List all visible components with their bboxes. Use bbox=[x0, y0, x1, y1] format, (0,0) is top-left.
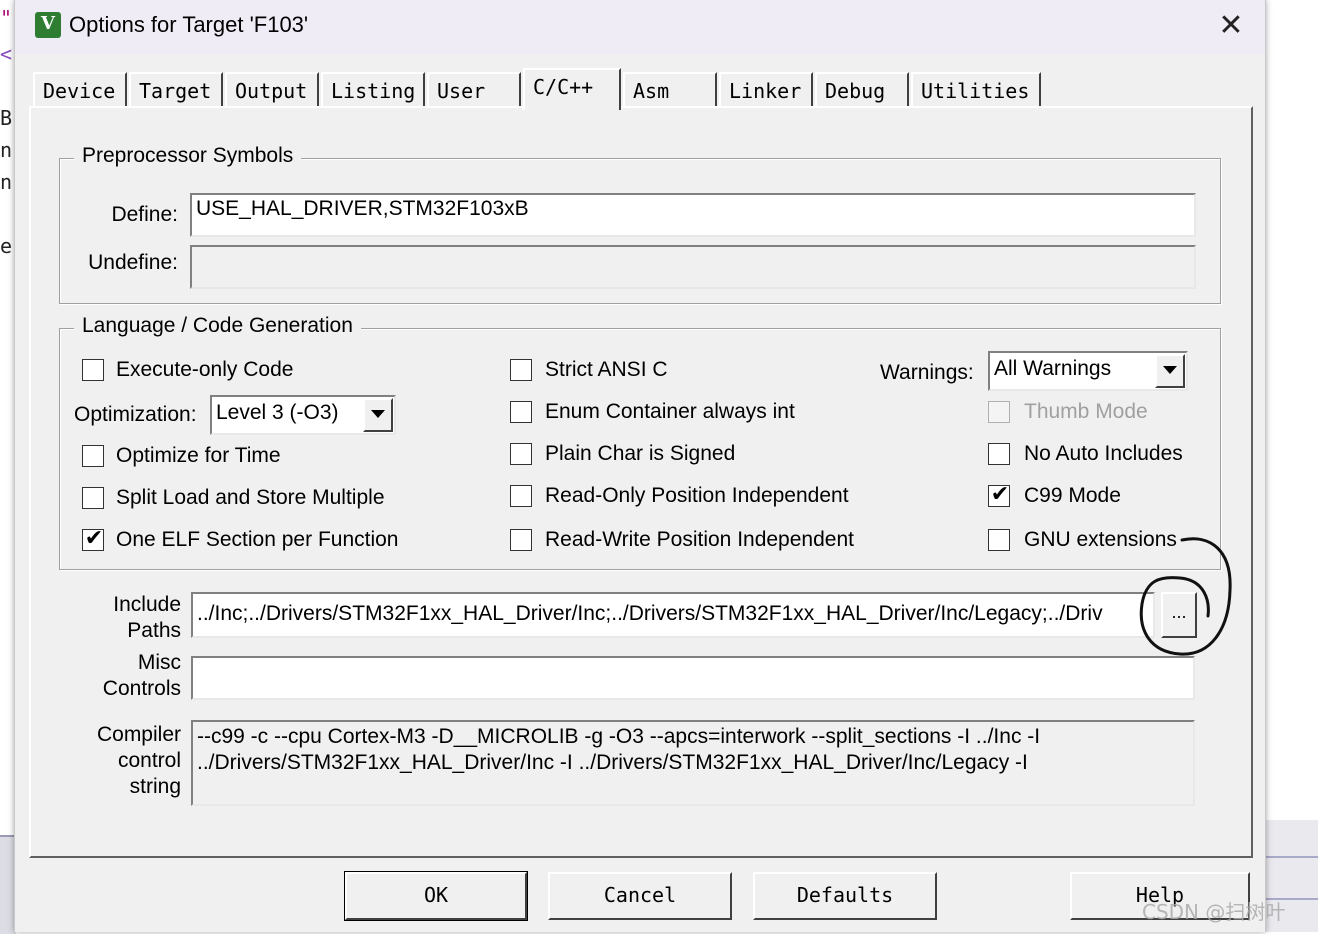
optimization-label: Optimization: bbox=[74, 403, 197, 426]
misc-label-line: Misc bbox=[137, 651, 181, 674]
undefine-input[interactable] bbox=[190, 245, 1196, 289]
gnu-extensions-label: GNU extensions bbox=[1024, 528, 1177, 551]
cancel-button[interactable]: Cancel bbox=[548, 872, 732, 920]
compiler-control-string: --c99 -c --cpu Cortex-M3 -D__MICROLIB -g… bbox=[191, 720, 1195, 806]
strict-ansi-label: Strict ANSI C bbox=[545, 358, 668, 381]
strict-ansi-checkbox[interactable] bbox=[510, 359, 532, 381]
misc-controls-input[interactable] bbox=[191, 656, 1195, 700]
chevron-down-icon[interactable] bbox=[1155, 354, 1185, 388]
split-load-checkbox[interactable] bbox=[82, 487, 104, 509]
thumb-mode-checkbox bbox=[988, 401, 1010, 423]
misc-label-line: Controls bbox=[102, 677, 181, 700]
c99-mode-checkbox[interactable]: ✔ bbox=[988, 482, 1010, 507]
bg-char: e bbox=[0, 234, 13, 258]
define-label: Define: bbox=[111, 203, 178, 226]
tab-output[interactable]: Output bbox=[225, 72, 319, 106]
bg-char: " bbox=[0, 6, 13, 30]
watermark: CSDN @扫树叶 bbox=[1142, 900, 1286, 924]
no-auto-includes-label: No Auto Includes bbox=[1024, 442, 1183, 465]
tab-device[interactable]: Device bbox=[33, 72, 127, 106]
preprocessor-legend: Preprocessor Symbols bbox=[74, 144, 302, 168]
compiler-label-line: control bbox=[117, 749, 181, 772]
thumb-mode-label: Thumb Mode bbox=[1024, 400, 1148, 423]
language-group: Language / Code Generation Execute-only … bbox=[59, 314, 1221, 570]
misc-controls-label: Misc Controls bbox=[71, 650, 181, 702]
plain-char-checkbox[interactable] bbox=[510, 443, 532, 465]
compiler-control-label: Compiler control string bbox=[71, 722, 181, 800]
execute-only-checkbox[interactable] bbox=[82, 359, 104, 381]
compiler-label-line: Compiler bbox=[96, 723, 181, 746]
one-elf-checkbox[interactable]: ✔ bbox=[82, 526, 104, 551]
optimize-time-label: Optimize for Time bbox=[116, 444, 281, 467]
gnu-extensions-checkbox[interactable] bbox=[988, 529, 1010, 551]
enum-container-label: Enum Container always int bbox=[545, 400, 795, 423]
ro-pos-indep-label: Read-Only Position Independent bbox=[545, 484, 849, 507]
define-input[interactable]: USE_HAL_DRIVER,STM32F103xB bbox=[190, 193, 1196, 237]
chevron-down-icon[interactable] bbox=[363, 398, 393, 432]
include-label-line: Include bbox=[113, 593, 181, 616]
include-paths-label: Include Paths bbox=[71, 592, 181, 644]
execute-only-label: Execute-only Code bbox=[116, 358, 294, 381]
optimize-time-checkbox[interactable] bbox=[82, 445, 104, 467]
compiler-label-line: string bbox=[129, 775, 181, 798]
bg-char: < bbox=[0, 42, 13, 66]
rw-pos-indep-checkbox[interactable] bbox=[510, 529, 532, 551]
optimization-select[interactable]: Level 3 (-O3) bbox=[210, 395, 396, 435]
language-legend: Language / Code Generation bbox=[74, 314, 361, 338]
include-paths-browse-button[interactable]: ... bbox=[1161, 592, 1197, 638]
tab-utilities[interactable]: Utilities bbox=[911, 72, 1041, 106]
split-load-label: Split Load and Store Multiple bbox=[116, 486, 385, 509]
warnings-label: Warnings: bbox=[880, 361, 974, 384]
one-elf-label: One ELF Section per Function bbox=[116, 528, 399, 551]
ok-button[interactable]: OK bbox=[344, 871, 528, 921]
check-icon: ✔ bbox=[84, 526, 104, 551]
enum-container-checkbox[interactable] bbox=[510, 401, 532, 423]
include-paths-input[interactable]: ../Inc;../Drivers/STM32F1xx_HAL_Driver/I… bbox=[191, 592, 1155, 638]
dialog-title: Options for Target 'F103' bbox=[69, 12, 309, 37]
preprocessor-group: Preprocessor Symbols Define: USE_HAL_DRI… bbox=[59, 144, 1221, 304]
bg-char: B bbox=[0, 106, 13, 130]
warnings-select[interactable]: All Warnings bbox=[988, 351, 1188, 391]
options-dialog: V Options for Target 'F103' ✕ Device Tar… bbox=[14, 0, 1266, 932]
check-icon: ✔ bbox=[990, 482, 1010, 507]
bg-char: n bbox=[0, 138, 13, 162]
rw-pos-indep-label: Read-Write Position Independent bbox=[545, 528, 854, 551]
title-bar: V Options for Target 'F103' ✕ bbox=[15, 0, 1265, 54]
tab-debug[interactable]: Debug bbox=[815, 72, 909, 106]
tab-panel-c-cpp: Preprocessor Symbols Define: USE_HAL_DRI… bbox=[29, 106, 1253, 858]
c99-mode-label: C99 Mode bbox=[1024, 484, 1121, 507]
undefine-label: Undefine: bbox=[88, 251, 178, 274]
tab-user[interactable]: User bbox=[427, 72, 521, 106]
tab-c-cpp[interactable]: C/C++ bbox=[523, 68, 621, 110]
warnings-value: All Warnings bbox=[994, 357, 1112, 380]
tab-asm[interactable]: Asm bbox=[623, 72, 717, 106]
optimization-value: Level 3 (-O3) bbox=[216, 401, 339, 424]
uvision-icon: V bbox=[35, 12, 61, 38]
close-icon[interactable]: ✕ bbox=[1209, 6, 1253, 46]
no-auto-includes-checkbox[interactable] bbox=[988, 443, 1010, 465]
bg-char: n bbox=[0, 170, 13, 194]
include-label-line: Paths bbox=[127, 619, 181, 642]
defaults-button[interactable]: Defaults bbox=[753, 872, 937, 920]
tab-listing[interactable]: Listing bbox=[321, 72, 425, 106]
tab-linker[interactable]: Linker bbox=[719, 72, 813, 106]
plain-char-label: Plain Char is Signed bbox=[545, 442, 736, 465]
tab-target[interactable]: Target bbox=[129, 72, 223, 106]
ro-pos-indep-checkbox[interactable] bbox=[510, 485, 532, 507]
